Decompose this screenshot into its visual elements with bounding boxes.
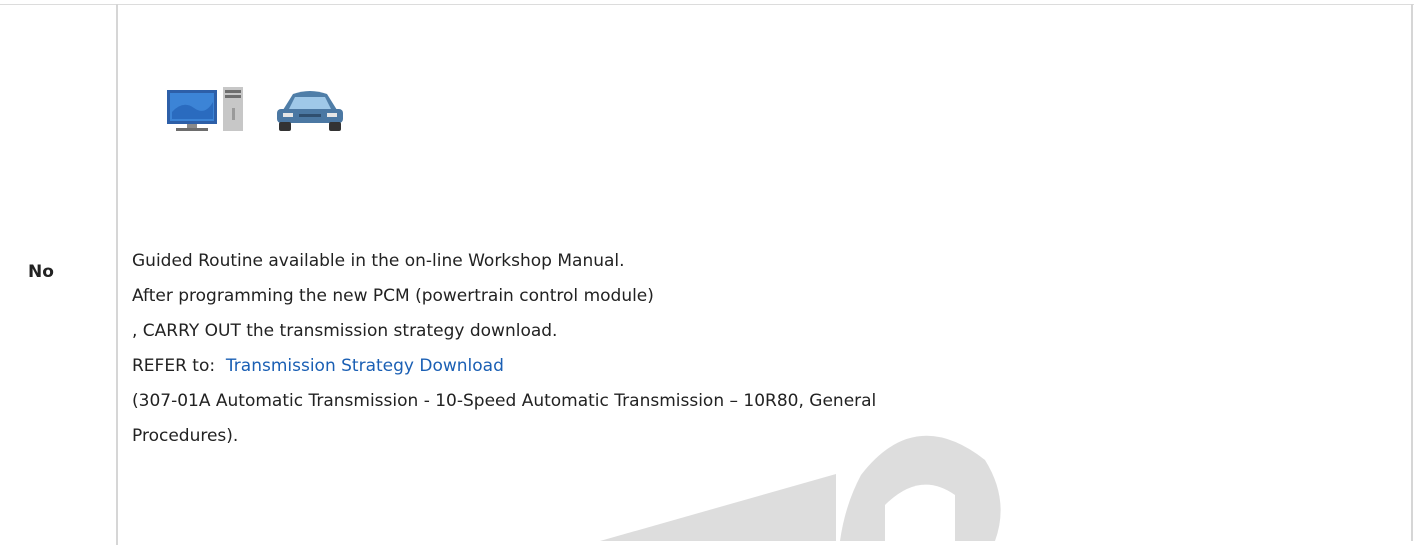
routine-description: Guided Routine available in the on-line … <box>132 244 1372 454</box>
text-line-2: After programming the new PCM (powertrai… <box>132 286 654 306</box>
table-top-border <box>0 4 1414 5</box>
refer-line: REFER to: Transmission Strategy Download <box>132 349 1372 384</box>
transmission-strategy-download-link[interactable]: Transmission Strategy Download <box>226 356 504 376</box>
text-line-3: , CARRY OUT the transmission strategy do… <box>132 321 558 341</box>
reference-line-1: (307-01A Automatic Transmission - 10-Spe… <box>132 391 877 411</box>
car-icon <box>277 91 343 131</box>
reference-line-2: Procedures). <box>132 426 239 446</box>
table-right-border <box>1411 4 1413 541</box>
computer-icon <box>167 87 243 131</box>
row-label: No <box>28 262 54 282</box>
refer-prefix: REFER to: <box>132 356 216 376</box>
table-label-cell <box>0 4 118 545</box>
text-line-1: Guided Routine available in the on-line … <box>132 251 625 271</box>
